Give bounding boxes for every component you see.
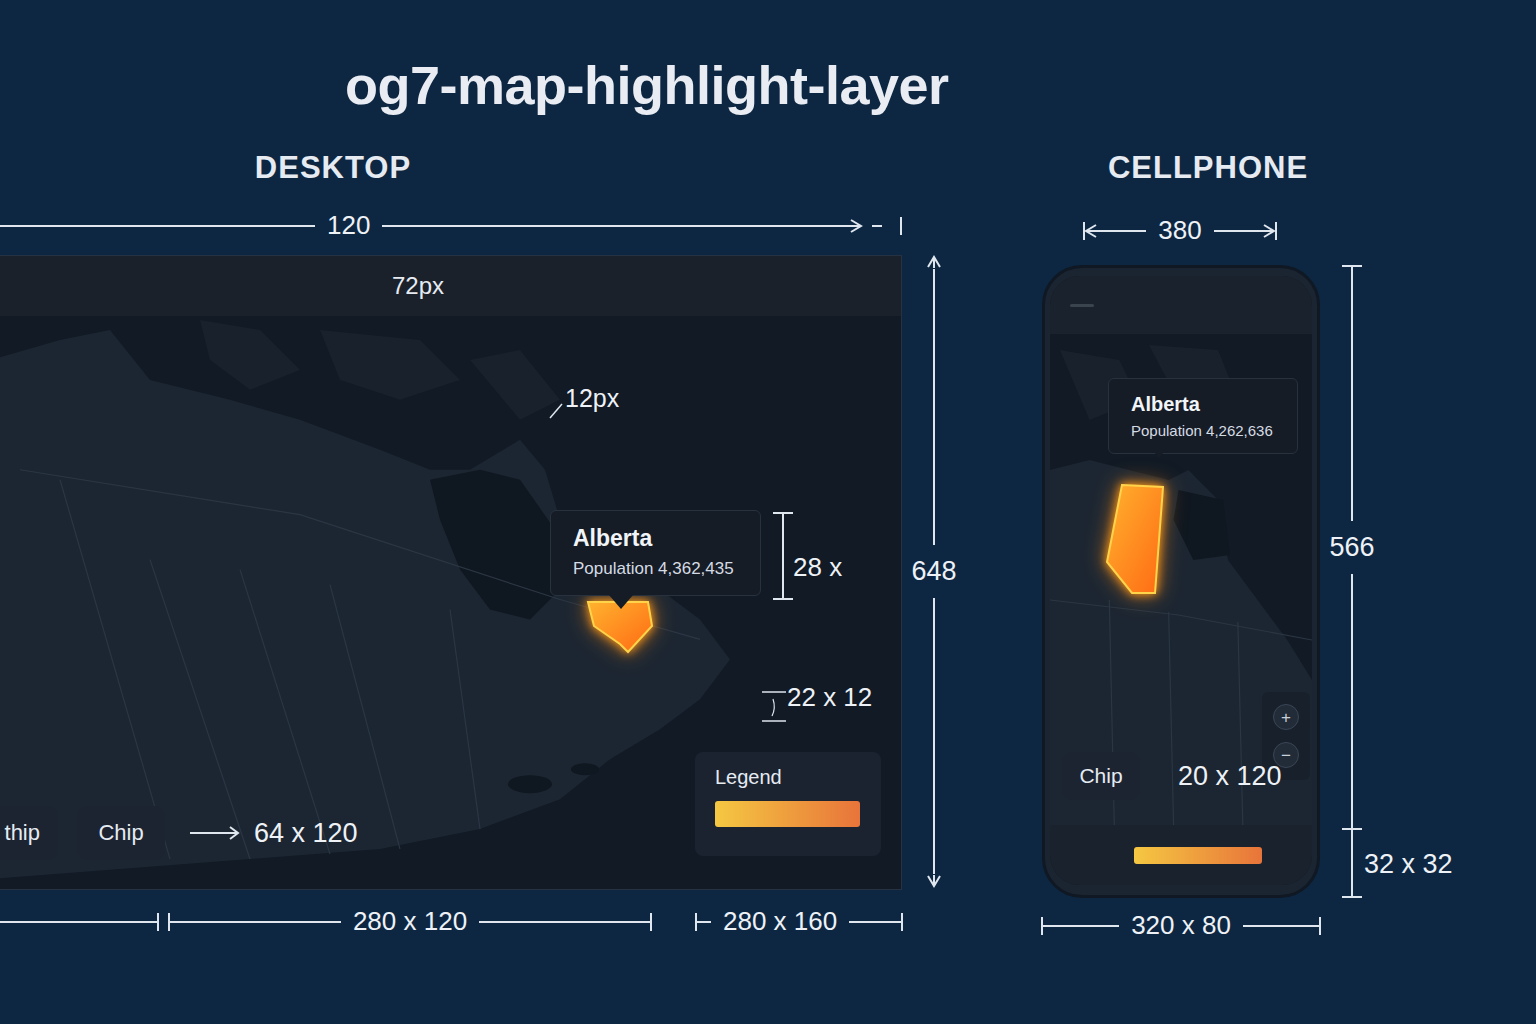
chip[interactable]: thip [0, 806, 58, 860]
chip[interactable]: Chip [1062, 752, 1140, 800]
chip-size-note: 20 x 120 [1166, 760, 1294, 792]
phone-bottom-bar [1050, 825, 1312, 885]
width-dimension: 120 [0, 210, 902, 242]
spacing-note: 12px [565, 383, 619, 413]
sections: DESKTOP 120 72px 12px Alberta Population 4,36… [0, 140, 1536, 1024]
dimension-label: 320 x 80 [1119, 910, 1243, 941]
tooltip-title: Alberta [1131, 393, 1275, 416]
dimension-label: 648 [911, 545, 956, 597]
arrow-icon [927, 256, 941, 268]
legend-title: Legend [715, 766, 861, 789]
legend: Legend [695, 752, 881, 856]
dimension-label: 566 [1329, 521, 1374, 573]
tooltip-population: Population 4,362,435 [573, 559, 738, 579]
height-dimension: 648 [904, 255, 964, 888]
arrow-icon [850, 219, 862, 233]
phone-top-bar [1050, 276, 1312, 334]
legend-gradient [1134, 847, 1262, 864]
tooltip-population: Population 4,262,636 [1131, 422, 1275, 439]
chip[interactable]: Chip [77, 806, 165, 860]
arrow-icon [1263, 224, 1275, 238]
title-row: og7-map-highlight-layer [0, 0, 1536, 140]
marker-note: 22 x 12 [787, 682, 872, 713]
map-tooltip: Alberta Population 4,262,636 [1108, 378, 1298, 454]
dimension-label: 280 x 120 [341, 906, 479, 937]
desktop-canvas: 120 72px 12px Alberta Population 4,362,435 28… [0, 196, 1000, 1024]
bottom-dimensions: 280 x 120 280 x 160 [0, 906, 903, 938]
chip-size-note: 64 x 120 [190, 818, 358, 849]
desktop-heading: DESKTOP [0, 140, 666, 196]
desktop-section: DESKTOP 120 72px 12px Alberta Population 4,36… [0, 140, 1000, 1024]
chip-row: thip Chip 64 x 120 [0, 806, 358, 860]
bottom-bar-size-note: 32 x 32 [1364, 848, 1453, 880]
tooltip-title: Alberta [573, 525, 738, 551]
legend-gradient [715, 801, 860, 827]
phone-screen: AlbertaPopulation 4,262,636+−Chip20 x 12… [1050, 276, 1312, 885]
menu-icon[interactable] [1070, 304, 1094, 307]
cellphone-canvas: 380AlbertaPopulation 4,262,636+−Chip20 x… [1000, 196, 1536, 1024]
cellphone-heading: CELLPHONE [1000, 140, 1416, 196]
width-dimension: 380 [1083, 215, 1277, 247]
phone-frame: AlbertaPopulation 4,262,636+−Chip20 x 12… [1042, 265, 1320, 898]
frame-header: 72px [0, 256, 901, 316]
phone-chip-row: Chip 20 x 120 [1062, 752, 1294, 800]
height-dimension: 566 [1322, 265, 1382, 898]
zoom-button[interactable]: + [1273, 704, 1299, 730]
tooltip-height-note: 28 x [793, 552, 842, 583]
map-tooltip: Alberta Population 4,362,435 [550, 510, 761, 596]
arrow-icon [1085, 224, 1097, 238]
dimension-label: 280 x 160 [711, 906, 849, 937]
bottom-dimension: 320 x 80 [1041, 910, 1321, 942]
cellphone-section: CELLPHONE 380 Alberta Population 4,262,636 +… [1000, 140, 1536, 1024]
marker-bracket [760, 690, 790, 724]
dimension-label: 380 [1146, 215, 1213, 246]
leader-line [548, 400, 566, 420]
phone-map-area: AlbertaPopulation 4,262,636+−Chip20 x 12… [1050, 334, 1312, 825]
alberta-highlight[interactable] [1103, 483, 1169, 597]
title: og7-map-highlight-layer [345, 54, 949, 116]
arrow-icon [190, 825, 240, 841]
spec-sheet: og7-map-highlight-layer DESKTOP 120 72px 12p… [0, 0, 1536, 1024]
arrow-icon [927, 875, 941, 887]
tooltip-height-dimension [773, 512, 793, 600]
dimension-label: 120 [315, 210, 382, 241]
